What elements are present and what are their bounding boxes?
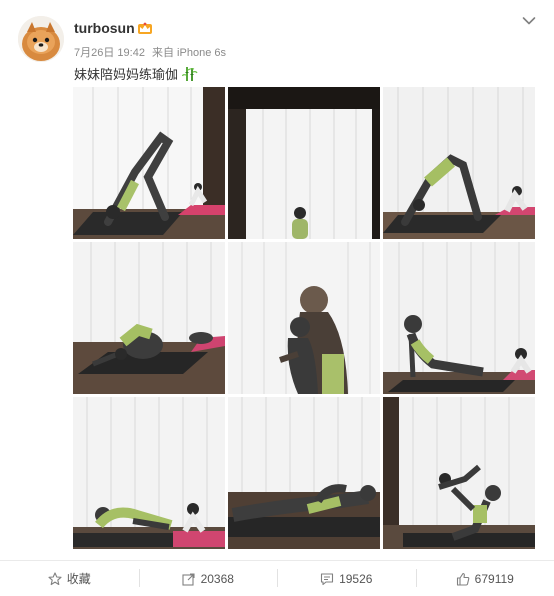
post-date[interactable]: 7月26日 19:42 <box>74 47 145 59</box>
photo-4[interactable] <box>73 242 225 394</box>
bamboo-emoji-icon <box>182 66 198 82</box>
like-count: 679119 <box>475 572 514 586</box>
photo-9[interactable] <box>383 397 535 549</box>
favorite-button[interactable]: 收藏 <box>0 561 139 596</box>
pomeranian-dog-avatar-image <box>18 16 64 62</box>
comment-count: 19526 <box>339 572 372 586</box>
photo-6[interactable] <box>383 242 535 394</box>
share-icon <box>182 572 196 586</box>
photo-grid <box>73 87 535 549</box>
photo-3[interactable] <box>383 87 535 239</box>
photo-5[interactable] <box>228 242 380 394</box>
comment-button[interactable]: 19526 <box>277 561 416 596</box>
photo-7[interactable] <box>73 397 225 549</box>
post-text-content: 妹妹陪妈妈练瑜伽 <box>74 64 178 83</box>
like-button[interactable]: 679119 <box>416 561 554 596</box>
photo-2[interactable] <box>228 87 380 239</box>
post-meta: 7月26日 19:42 来自 iPhone 6s <box>74 44 230 60</box>
action-bar: 收藏 20368 19526 <box>0 560 554 596</box>
star-icon <box>48 572 62 586</box>
username[interactable]: turbosun <box>74 20 135 36</box>
favorite-label: 收藏 <box>67 570 91 587</box>
avatar[interactable] <box>18 16 64 62</box>
post-source: 来自 iPhone 6s <box>152 47 226 59</box>
post-text: 妹妹陪妈妈练瑜伽 <box>74 64 198 83</box>
photo-8[interactable] <box>228 397 380 549</box>
repost-button[interactable]: 20368 <box>139 561 278 596</box>
chevron-down-icon[interactable] <box>522 16 536 26</box>
photo-1[interactable] <box>73 87 225 239</box>
weibo-post-card: turbosun 7月26日 19:42 来自 iPhone 6s 妹妹陪妈妈练… <box>0 0 554 595</box>
thumbs-up-icon <box>456 572 470 586</box>
vip-crown-icon[interactable] <box>137 21 153 35</box>
repost-count: 20368 <box>201 572 234 586</box>
comment-icon <box>320 572 334 586</box>
